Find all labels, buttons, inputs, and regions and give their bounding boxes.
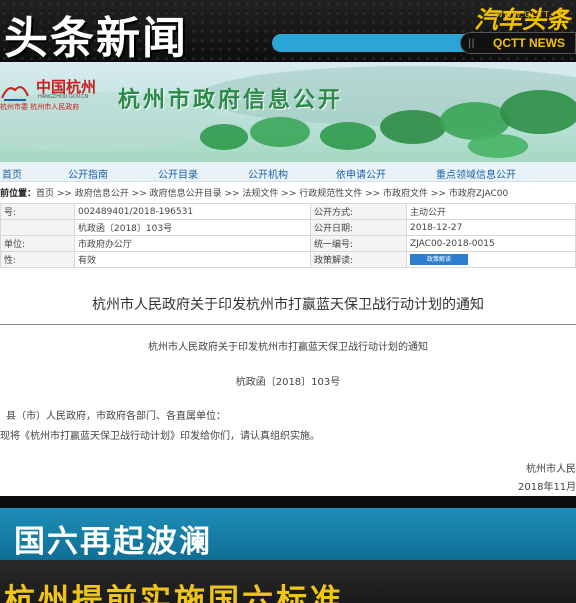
nav-item-guide[interactable]: 公开指南 bbox=[68, 166, 108, 181]
caption-gap bbox=[0, 496, 576, 508]
nav-item-agency[interactable]: 公开机构 bbox=[248, 166, 288, 181]
meta-key: 统一编号: bbox=[310, 235, 407, 252]
document-salutation: 县（市）人民政府，市政府各部门、各直属单位： bbox=[6, 411, 226, 422]
channel-tag: || QCTT NEWS bbox=[460, 32, 576, 54]
breadcrumb-label: 前位置： bbox=[0, 189, 37, 199]
meta-value: 2018-12-27 bbox=[406, 219, 576, 236]
site-header: 中国杭州 HANGZHOU.GOV.CN 杭州市委 杭州市人民政府 杭州市政府信… bbox=[0, 62, 576, 162]
meta-value: 有效 bbox=[74, 251, 311, 268]
subline-text: 杭州提前实施国六标准 bbox=[4, 583, 344, 603]
subline-caption: 杭州提前实施国六标准 bbox=[0, 560, 576, 603]
qctt-url: WWW.QCTT.CN bbox=[494, 10, 566, 19]
nav-item-key-areas[interactable]: 重点领域信息公开 bbox=[436, 166, 516, 181]
channel-label: QCTT NEWS bbox=[493, 36, 565, 50]
table-row: 单位: 市政府办公厅 统一编号: ZJAC00-2018-0015 bbox=[0, 235, 576, 252]
lotus-leaf bbox=[200, 124, 248, 150]
nav-item-request[interactable]: 依申请公开 bbox=[336, 166, 386, 181]
document-body-title: 杭州市人民政府关于印发杭州市打赢蓝天保卫战行动计划的通知 bbox=[148, 342, 428, 353]
document-date: 2018年11月2 bbox=[518, 482, 576, 493]
gov-domain: HANGZHOU.GOV.CN bbox=[38, 94, 89, 100]
meta-table: 号: 002489401/2018-196531 公开方式: 主动公开 杭政函〔… bbox=[0, 203, 576, 268]
table-row: 杭政函〔2018〕103号 公开日期: 2018-12-27 bbox=[0, 219, 576, 236]
site-title: 杭州市政府信息公开 bbox=[118, 87, 344, 113]
meta-key: 公开方式: bbox=[310, 203, 407, 220]
lotus-leaf bbox=[320, 122, 376, 150]
meta-value: 杭政函〔2018〕103号 bbox=[74, 219, 311, 236]
divider bbox=[0, 324, 576, 325]
lotus-leaf bbox=[380, 110, 446, 144]
headline-text: 国六再起波澜 bbox=[14, 524, 212, 560]
table-row: 性: 有效 政策解读: 政策解读 bbox=[0, 251, 576, 268]
main-nav: 首页 公开指南 公开目录 公开机构 依申请公开 重点领域信息公开 bbox=[0, 162, 576, 182]
lotus-leaf bbox=[250, 117, 310, 147]
meta-value: 政策解读 bbox=[406, 251, 576, 268]
nav-item-home[interactable]: 首页 bbox=[2, 166, 22, 181]
news-banner: 头条新闻 汽车头条 WWW.QCTT.CN || QCTT NEWS bbox=[0, 0, 576, 64]
meta-value: 市政府办公厅 bbox=[74, 235, 311, 252]
document-number: 杭政函〔2018〕103号 bbox=[235, 377, 341, 388]
meta-key: 性: bbox=[0, 251, 75, 268]
meta-key: 政策解读: bbox=[310, 251, 407, 268]
meta-key: 公开日期: bbox=[310, 219, 407, 236]
table-row: 号: 002489401/2018-196531 公开方式: 主动公开 bbox=[0, 203, 576, 220]
headline-caption: 国六再起波澜 bbox=[0, 508, 576, 560]
lotus-leaf bbox=[468, 134, 528, 158]
policy-interpretation-button[interactable]: 政策解读 bbox=[410, 254, 468, 265]
meta-value: 主动公开 bbox=[406, 203, 576, 220]
accent-bar bbox=[272, 34, 468, 52]
bars-icon: || bbox=[468, 38, 475, 49]
news-frame: 头条新闻 汽车头条 WWW.QCTT.CN || QCTT NEWS 中国杭州 … bbox=[0, 0, 576, 603]
meta-key: 号: bbox=[0, 203, 75, 220]
meta-key bbox=[0, 219, 75, 236]
meta-key: 单位: bbox=[0, 235, 75, 252]
document-title: 杭州市人民政府关于印发杭州市打赢蓝天保卫战行动计划的通知 bbox=[92, 297, 484, 313]
breadcrumb: 前位置：首页 >> 政府信息公开 >> 政府信息公开目录 >> 法规文件 >> … bbox=[0, 186, 576, 201]
document-signature: 杭州市人民 bbox=[526, 464, 576, 475]
banner-title: 头条新闻 bbox=[4, 13, 188, 64]
hangzhou-seal-icon bbox=[1, 86, 29, 101]
document-paragraph: 现将《杭州市打赢蓝天保卫战行动计划》印发给你们，请认真组织实施。 bbox=[0, 431, 320, 442]
meta-value: 002489401/2018-196531 bbox=[74, 203, 311, 220]
meta-value: ZJAC00-2018-0015 bbox=[406, 235, 576, 252]
gov-webpage: 中国杭州 HANGZHOU.GOV.CN 杭州市委 杭州市人民政府 杭州市政府信… bbox=[0, 62, 576, 496]
nav-item-catalog[interactable]: 公开目录 bbox=[158, 166, 198, 181]
breadcrumb-path[interactable]: 首页 >> 政府信息公开 >> 政府信息公开目录 >> 法规文件 >> 行政规范… bbox=[36, 189, 508, 199]
lotus-leaf bbox=[500, 90, 576, 134]
gov-subtitle: 杭州市委 杭州市人民政府 bbox=[0, 103, 80, 111]
